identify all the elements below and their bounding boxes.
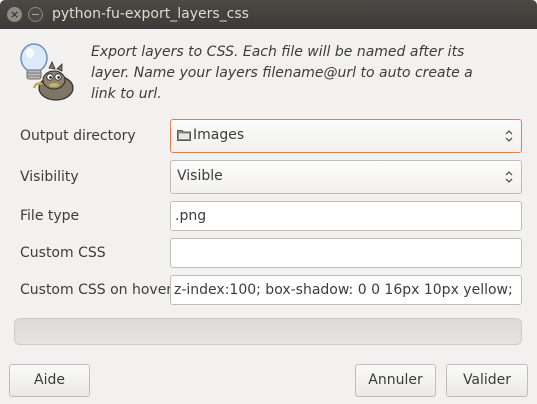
minimize-icon[interactable] — [28, 7, 43, 22]
custom-css-label: Custom CSS — [20, 245, 106, 261]
up-down-arrows-icon — [505, 130, 513, 142]
file-type-value: .png — [175, 208, 207, 224]
help-button[interactable]: Aide — [9, 364, 90, 397]
custom-css-input[interactable] — [170, 238, 522, 268]
visibility-label: Visibility — [20, 169, 79, 185]
custom-css-hover-input[interactable]: z-index:100; box-shadow: 0 0 16px 10px y… — [170, 275, 522, 305]
output-directory-label: Output directory — [20, 128, 136, 144]
custom-css-hover-value: z-index:100; box-shadow: 0 0 16px 10px y… — [174, 282, 513, 298]
visibility-value: Visible — [177, 168, 223, 184]
gimp-wilber-lightbulb-icon — [20, 43, 74, 101]
file-type-label: File type — [20, 208, 80, 224]
progress-bar — [14, 318, 522, 345]
folder-icon — [177, 130, 191, 141]
output-directory-value: Images — [193, 127, 245, 143]
title-bar[interactable]: × python-fu-export_layers_css — [0, 0, 537, 29]
description-text: Export layers to CSS. Each file will be … — [91, 44, 473, 102]
custom-css-hover-label: Custom CSS on hover — [20, 282, 173, 298]
cancel-button[interactable]: Annuler — [355, 364, 436, 397]
file-type-input[interactable]: .png — [170, 201, 522, 231]
visibility-select[interactable]: Visible — [170, 160, 522, 194]
dialog-window: × python-fu-export_layers_css Export lay… — [0, 0, 537, 404]
window-title: python-fu-export_layers_css — [52, 6, 249, 22]
up-down-arrows-icon — [505, 171, 513, 183]
close-icon[interactable]: × — [7, 7, 22, 22]
ok-button[interactable]: Valider — [446, 364, 528, 397]
output-directory-select[interactable]: Images — [170, 119, 522, 153]
